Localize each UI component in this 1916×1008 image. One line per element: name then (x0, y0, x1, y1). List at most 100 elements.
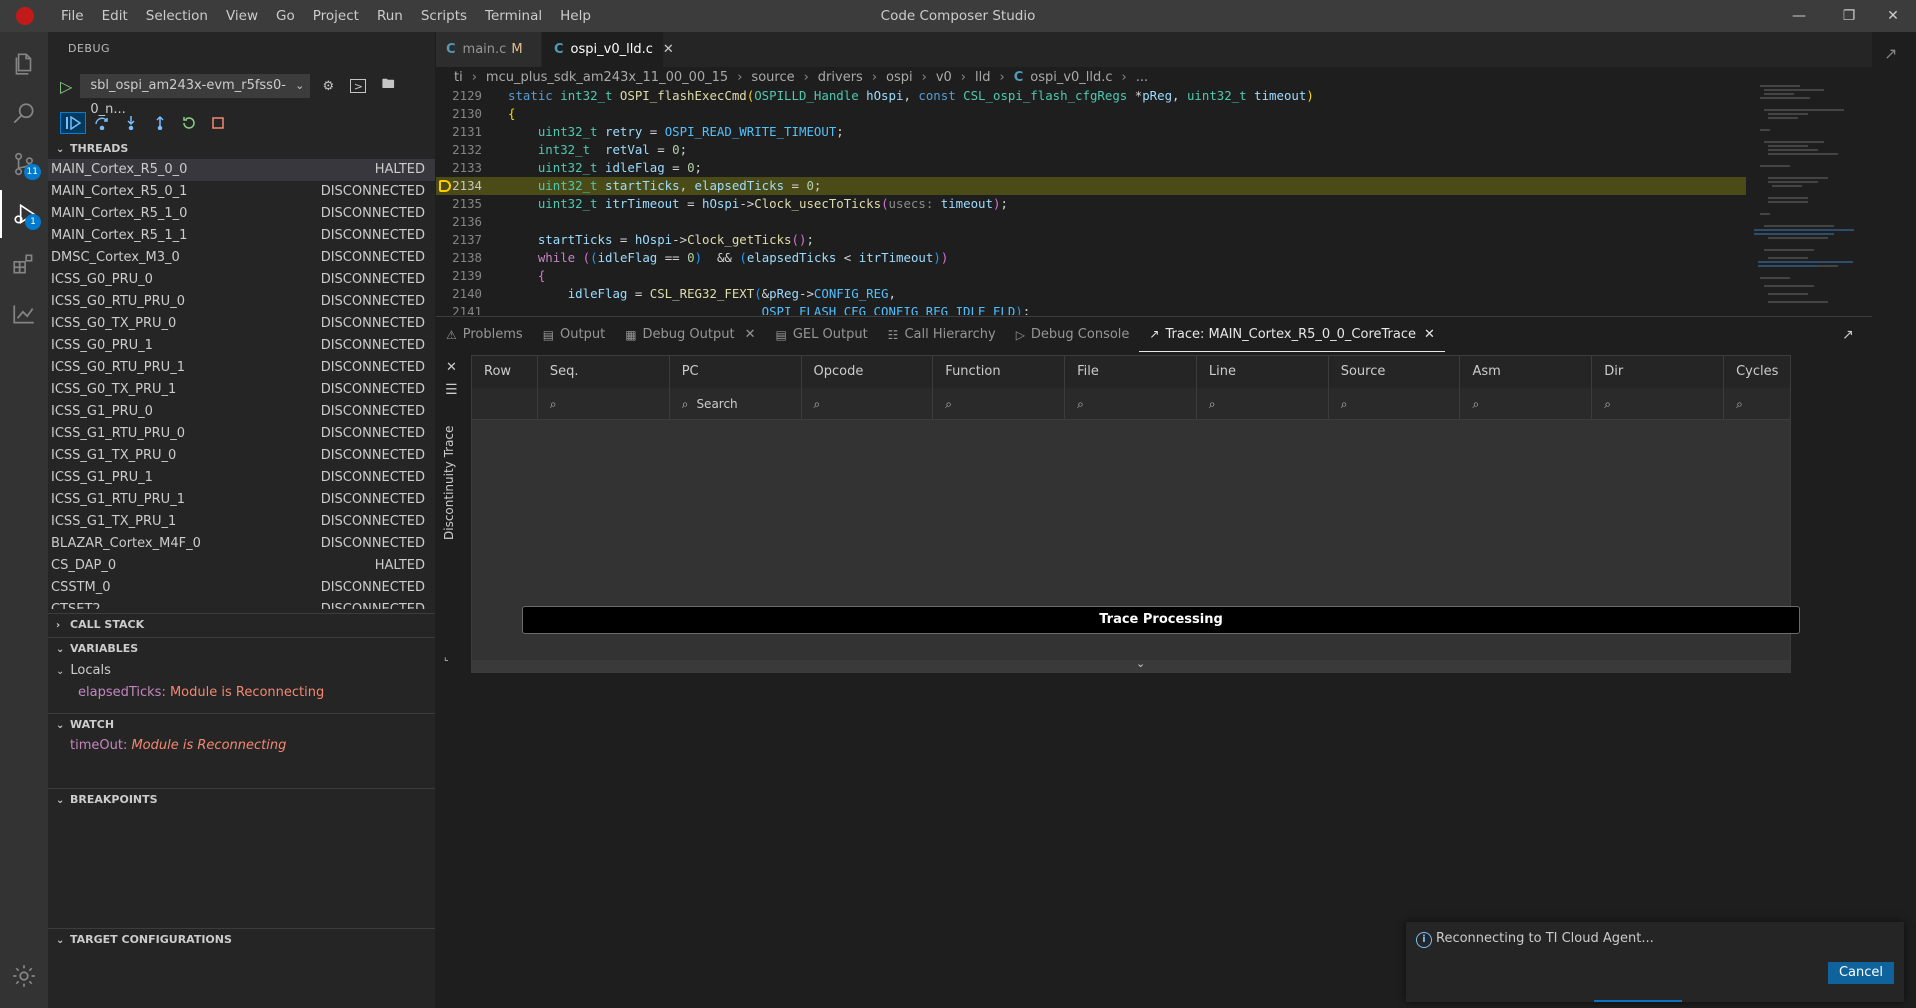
column-filter-input[interactable]: ⌕ (1065, 388, 1197, 419)
menu-project[interactable]: Project (304, 0, 368, 32)
open-folder-icon[interactable]: 🖿 (376, 74, 400, 98)
gear-icon[interactable]: ⚙ (316, 74, 340, 98)
thread-row[interactable]: MAIN_Cortex_R5_1_0 DISCONNECTED (48, 203, 435, 225)
cancel-button[interactable]: Cancel (1828, 962, 1894, 984)
thread-row[interactable]: DMSC_Cortex_M3_0 DISCONNECTED (48, 247, 435, 269)
minimap[interactable] (1746, 80, 1856, 315)
column-header[interactable]: Line (1197, 356, 1329, 388)
column-header[interactable]: Source (1329, 356, 1461, 388)
thread-row[interactable]: MAIN_Cortex_R5_0_1 DISCONNECTED (48, 181, 435, 203)
code-editor[interactable]: 2129 static int32_t OSPI_flashExecCmd(OSP… (436, 87, 1746, 315)
close-icon[interactable]: ✕ (663, 42, 674, 57)
tab-ospi-v0-lld-c[interactable]: C ospi_v0_lld.c ✕ (542, 32, 674, 67)
breadcrumb-item[interactable]: source (751, 67, 794, 89)
menu-icon[interactable]: ☰ (445, 382, 458, 398)
close-window-button[interactable]: ✕ (1870, 0, 1916, 32)
thread-row[interactable]: MAIN_Cortex_R5_0_0 HALTED (48, 159, 435, 181)
close-icon[interactable]: ✕ (1424, 327, 1435, 342)
column-filter-input[interactable]: ⌕ (1592, 388, 1725, 419)
menu-run[interactable]: Run (368, 0, 412, 32)
tab-debug-console[interactable]: ▷ Debug Console (1006, 317, 1140, 352)
breakpoints-section-header[interactable]: ⌄ BREAKPOINTS (48, 788, 435, 810)
breadcrumb-item[interactable]: v0 (936, 67, 952, 89)
account-trace-icon[interactable]: ↗ (1884, 44, 1897, 63)
thread-row[interactable]: ICSS_G1_TX_PRU_1 DISCONNECTED (48, 511, 435, 533)
column-header[interactable]: PC (670, 356, 802, 388)
thread-row[interactable]: ICSS_G1_RTU_PRU_1 DISCONNECTED (48, 489, 435, 511)
thread-row[interactable]: ICSS_G1_RTU_PRU_0 DISCONNECTED (48, 423, 435, 445)
editor-scrollbar[interactable] (1858, 87, 1872, 315)
breadcrumb-item[interactable]: drivers (818, 67, 863, 89)
continue-button[interactable] (60, 112, 86, 134)
column-filter-input[interactable]: ⌕ (1197, 388, 1329, 419)
trace-chart-icon[interactable]: ↗ (1842, 327, 1872, 343)
explorer-icon[interactable] (0, 40, 48, 88)
tab-output[interactable]: ▤ Output (533, 317, 616, 352)
launch-config-select[interactable]: sbl_ospi_am243x-evm_r5fss0-0_n... ⌄ (80, 74, 311, 117)
tab-main-c[interactable]: C main.c M (436, 32, 542, 67)
breadcrumb-item[interactable]: mcu_plus_sdk_am243x_11_00_00_15 (486, 67, 728, 89)
watch-expression-row[interactable]: timeOut: Module is Reconnecting (70, 735, 286, 757)
thread-row[interactable]: BLAZAR_Cortex_M4F_0 DISCONNECTED (48, 533, 435, 555)
thread-row[interactable]: ICSS_G0_TX_PRU_0 DISCONNECTED (48, 313, 435, 335)
step-out-button[interactable] (147, 112, 173, 134)
threads-section-header[interactable]: ⌄ THREADS (48, 138, 435, 160)
breadcrumb-item[interactable]: ... (1136, 67, 1148, 89)
local-variable-row[interactable]: elapsedTicks: Module is Reconnecting (78, 682, 324, 704)
column-filter-input[interactable]: ⌕ (538, 388, 670, 419)
thread-row[interactable]: ICSS_G0_RTU_PRU_0 DISCONNECTED (48, 291, 435, 313)
discontinuity-trace-label[interactable]: Discontinuity Trace (442, 426, 456, 540)
minimize-button[interactable]: — (1776, 0, 1822, 32)
step-over-button[interactable] (89, 112, 115, 134)
trace-chart-icon[interactable] (0, 290, 48, 338)
thread-row[interactable]: ICSS_G0_PRU_1 DISCONNECTED (48, 335, 435, 357)
terminal-icon[interactable]: > (350, 79, 367, 93)
column-header[interactable]: Cycles (1724, 356, 1790, 388)
menu-edit[interactable]: Edit (93, 0, 137, 32)
chevron-down-icon[interactable]: ⌄ (1136, 657, 1145, 670)
variables-section-header[interactable]: ⌄ VARIABLES (48, 637, 435, 659)
search-icon[interactable] (0, 90, 48, 138)
source-control-icon[interactable]: 11 (0, 140, 48, 188)
breadcrumb-item[interactable]: ti (454, 67, 463, 89)
column-header[interactable]: Seq. (538, 356, 670, 388)
column-header[interactable]: Function (933, 356, 1066, 388)
extensions-icon[interactable] (0, 240, 48, 288)
menu-scripts[interactable]: Scripts (412, 0, 476, 32)
breadcrumb-item[interactable]: ospi_v0_lld.c (1030, 67, 1112, 89)
column-filter-input[interactable]: ⌕ (802, 388, 934, 419)
column-filter-input[interactable]: ⌕ (1460, 388, 1593, 419)
thread-row[interactable]: CTSET2 DISCONNECTED (48, 599, 435, 609)
restart-button[interactable] (176, 112, 202, 134)
column-header[interactable]: Asm (1460, 356, 1593, 388)
call-stack-section-header[interactable]: › CALL STACK (48, 613, 435, 635)
menu-file[interactable]: File (52, 0, 93, 32)
breadcrumb-item[interactable]: lld (975, 67, 990, 89)
tab-trace[interactable]: ↗ Trace: MAIN_Cortex_R5_0_0_CoreTrace ✕ (1139, 317, 1445, 352)
thread-row[interactable]: CS_DAP_0 HALTED (48, 555, 435, 577)
step-into-button[interactable] (118, 112, 144, 134)
settings-gear-icon[interactable] (0, 952, 48, 1000)
menu-help[interactable]: Help (551, 0, 600, 32)
column-filter-input[interactable]: ⌕ Search (670, 388, 802, 419)
target-configurations-section-header[interactable]: ⌄ TARGET CONFIGURATIONS (48, 928, 435, 950)
close-trace-icon[interactable]: ✕ (446, 360, 457, 375)
menu-terminal[interactable]: Terminal (476, 0, 551, 32)
column-header[interactable]: File (1065, 356, 1197, 388)
menu-view[interactable]: View (217, 0, 267, 32)
menu-selection[interactable]: Selection (137, 0, 217, 32)
column-header[interactable]: Dir (1592, 356, 1725, 388)
close-icon[interactable]: ✕ (745, 327, 756, 342)
thread-row[interactable]: ICSS_G0_PRU_0 DISCONNECTED (48, 269, 435, 291)
thread-row[interactable]: ICSS_G0_RTU_PRU_1 DISCONNECTED (48, 357, 435, 379)
menu-go[interactable]: Go (267, 0, 304, 32)
thread-row[interactable]: ICSS_G1_TX_PRU_0 DISCONNECTED (48, 445, 435, 467)
thread-row[interactable]: CSSTM_0 DISCONNECTED (48, 577, 435, 599)
start-debugging-icon[interactable]: ▷ (60, 77, 72, 96)
column-filter-input[interactable]: ⌕ (1329, 388, 1461, 419)
thread-row[interactable]: ICSS_G1_PRU_0 DISCONNECTED (48, 401, 435, 423)
column-filter-input[interactable]: ⌕ (933, 388, 1066, 419)
stop-button[interactable] (205, 112, 231, 134)
thread-row[interactable]: MAIN_Cortex_R5_1_1 DISCONNECTED (48, 225, 435, 247)
run-debug-icon[interactable]: 1 (0, 190, 48, 238)
